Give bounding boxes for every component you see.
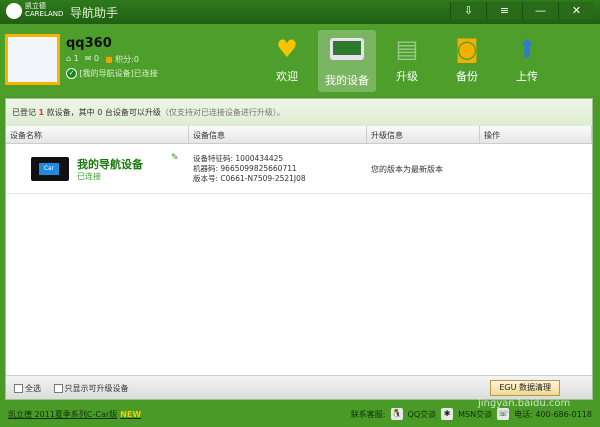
watermark: jingyan.baidu.com bbox=[478, 398, 571, 409]
nav-label: 备份 bbox=[456, 70, 478, 83]
mail-stat[interactable]: ✉ 0 bbox=[85, 54, 99, 65]
nav-label: 上传 bbox=[516, 70, 538, 83]
col-device-info: 设备信息 bbox=[189, 126, 367, 143]
notice-mid: 款设备，其中 0 台设备可以升级 bbox=[46, 108, 161, 117]
col-device-name: 设备名称 bbox=[6, 126, 189, 143]
bottom-bar: 全选 只显示可升级设备 EGU 数据清理 bbox=[6, 375, 592, 399]
mail-count: 0 bbox=[93, 54, 100, 63]
phone-number: 电话: 400-686-0118 bbox=[514, 409, 592, 419]
device-count: 1 bbox=[38, 108, 45, 117]
points-stat: ■ 积分:0 bbox=[105, 54, 139, 65]
phone-icon: ☏ bbox=[497, 408, 510, 420]
nav-label: 欢迎 bbox=[276, 70, 298, 83]
device-panel: 已登记 1 款设备，其中 0 台设备可以升级（仅支持对已连接设备进行升级）。 设… bbox=[5, 98, 593, 400]
nav-label: 升级 bbox=[396, 70, 418, 83]
header: qq360 ⌂ 1 ✉ 0 ■ 积分:0 ✓ [我的导航设备]已连接 ♥ 欢迎 我… bbox=[0, 24, 600, 96]
qq-icon: 🐧 bbox=[390, 408, 403, 420]
device-screen-label: Car bbox=[39, 163, 59, 175]
device-icon: Car bbox=[31, 157, 69, 181]
minimize-button[interactable]: — bbox=[522, 2, 558, 19]
menu-button[interactable]: ≡ bbox=[486, 2, 522, 19]
notice-pre: 已登记 bbox=[12, 108, 36, 117]
msn-chat-link[interactable]: MSN交谈 bbox=[458, 409, 492, 420]
home-stat: ⌂ 1 bbox=[66, 54, 79, 65]
qq-chat-link[interactable]: QQ交谈 bbox=[408, 409, 437, 420]
device-feature-code: 设备特征码: 1000434425 bbox=[193, 154, 284, 163]
heart-icon: ♥ bbox=[276, 35, 298, 63]
skin-button[interactable]: ⇩ bbox=[450, 2, 486, 19]
version-number: 版本号: C0661-N7509-2521J08 bbox=[193, 174, 306, 183]
select-all-label: 全选 bbox=[25, 384, 41, 393]
nav-welcome[interactable]: ♥ 欢迎 bbox=[258, 30, 316, 92]
upgrade-info: 您的版本为最新版本 bbox=[371, 165, 443, 174]
brand-cn: 凯立德 bbox=[25, 2, 46, 10]
brand-en: CARELAND bbox=[25, 10, 64, 18]
version-link[interactable]: 凯立德 2011夏季系列C-Car版 bbox=[8, 410, 117, 419]
device-status: 已连接 bbox=[77, 172, 101, 181]
notice-bar: 已登记 1 款设备，其中 0 台设备可以升级（仅支持对已连接设备进行升级）。 bbox=[6, 99, 592, 126]
check-icon: ✓ bbox=[66, 68, 77, 79]
only-upgradable-label: 只显示可升级设备 bbox=[64, 384, 129, 393]
careland-logo-icon bbox=[6, 3, 22, 19]
contact-label: 联系客服: bbox=[350, 409, 386, 419]
backup-icon: ◙ bbox=[455, 35, 479, 63]
gps-device-icon bbox=[330, 38, 364, 68]
only-upgradable-checkbox[interactable]: 只显示可升级设备 bbox=[53, 384, 129, 393]
username: qq360 bbox=[66, 36, 112, 51]
close-button[interactable]: ✕ bbox=[558, 2, 594, 19]
edit-icon[interactable]: ✎ bbox=[171, 153, 179, 163]
home-icon: ⌂ bbox=[66, 54, 74, 63]
notice-note: （仅支持对已连接设备进行升级）。 bbox=[160, 108, 285, 117]
app-title: 导航助手 bbox=[70, 6, 119, 20]
msn-icon: ✱ bbox=[441, 408, 454, 420]
avatar[interactable] bbox=[5, 34, 60, 85]
upload-globe-icon: ⬆ bbox=[516, 35, 538, 63]
machine-code: 机器码: 9665099825660711 bbox=[193, 164, 297, 173]
col-upgrade-info: 升级信息 bbox=[367, 126, 480, 143]
nav-upgrade[interactable]: ▤ 升级 bbox=[378, 30, 436, 92]
points: 积分:0 bbox=[115, 55, 139, 64]
nav-backup[interactable]: ◙ 备份 bbox=[438, 30, 496, 92]
data-clean-button[interactable]: EGU 数据清理 bbox=[490, 380, 560, 396]
select-all-checkbox[interactable]: 全选 bbox=[14, 384, 41, 393]
device-name: 我的导航设备 bbox=[77, 158, 143, 171]
col-action: 操作 bbox=[480, 126, 592, 143]
coin-icon: ■ bbox=[105, 55, 116, 64]
brand: 凯立德 CARELAND bbox=[25, 2, 63, 18]
table-row[interactable]: Car 我的导航设备 已连接 ✎ 设备特征码: 1000434425 机器码: … bbox=[6, 144, 592, 194]
nav-my-device[interactable]: 我的设备 bbox=[318, 30, 376, 92]
action-cell bbox=[480, 144, 592, 193]
connection-status: [我的导航设备]已连接 bbox=[79, 69, 158, 78]
upgrade-icon: ▤ bbox=[395, 35, 419, 63]
mail-icon: ✉ bbox=[84, 54, 94, 63]
table-header: 设备名称 设备信息 升级信息 操作 bbox=[6, 126, 592, 144]
home-count: 1 bbox=[73, 54, 79, 63]
nav-label: 我的设备 bbox=[325, 74, 369, 87]
nav-upload[interactable]: ⬆ 上传 bbox=[498, 30, 556, 92]
title-bar: 凯立德 CARELAND 导航助手 ⇩ ≡ — ✕ bbox=[0, 0, 600, 24]
new-badge: NEW bbox=[120, 410, 142, 419]
